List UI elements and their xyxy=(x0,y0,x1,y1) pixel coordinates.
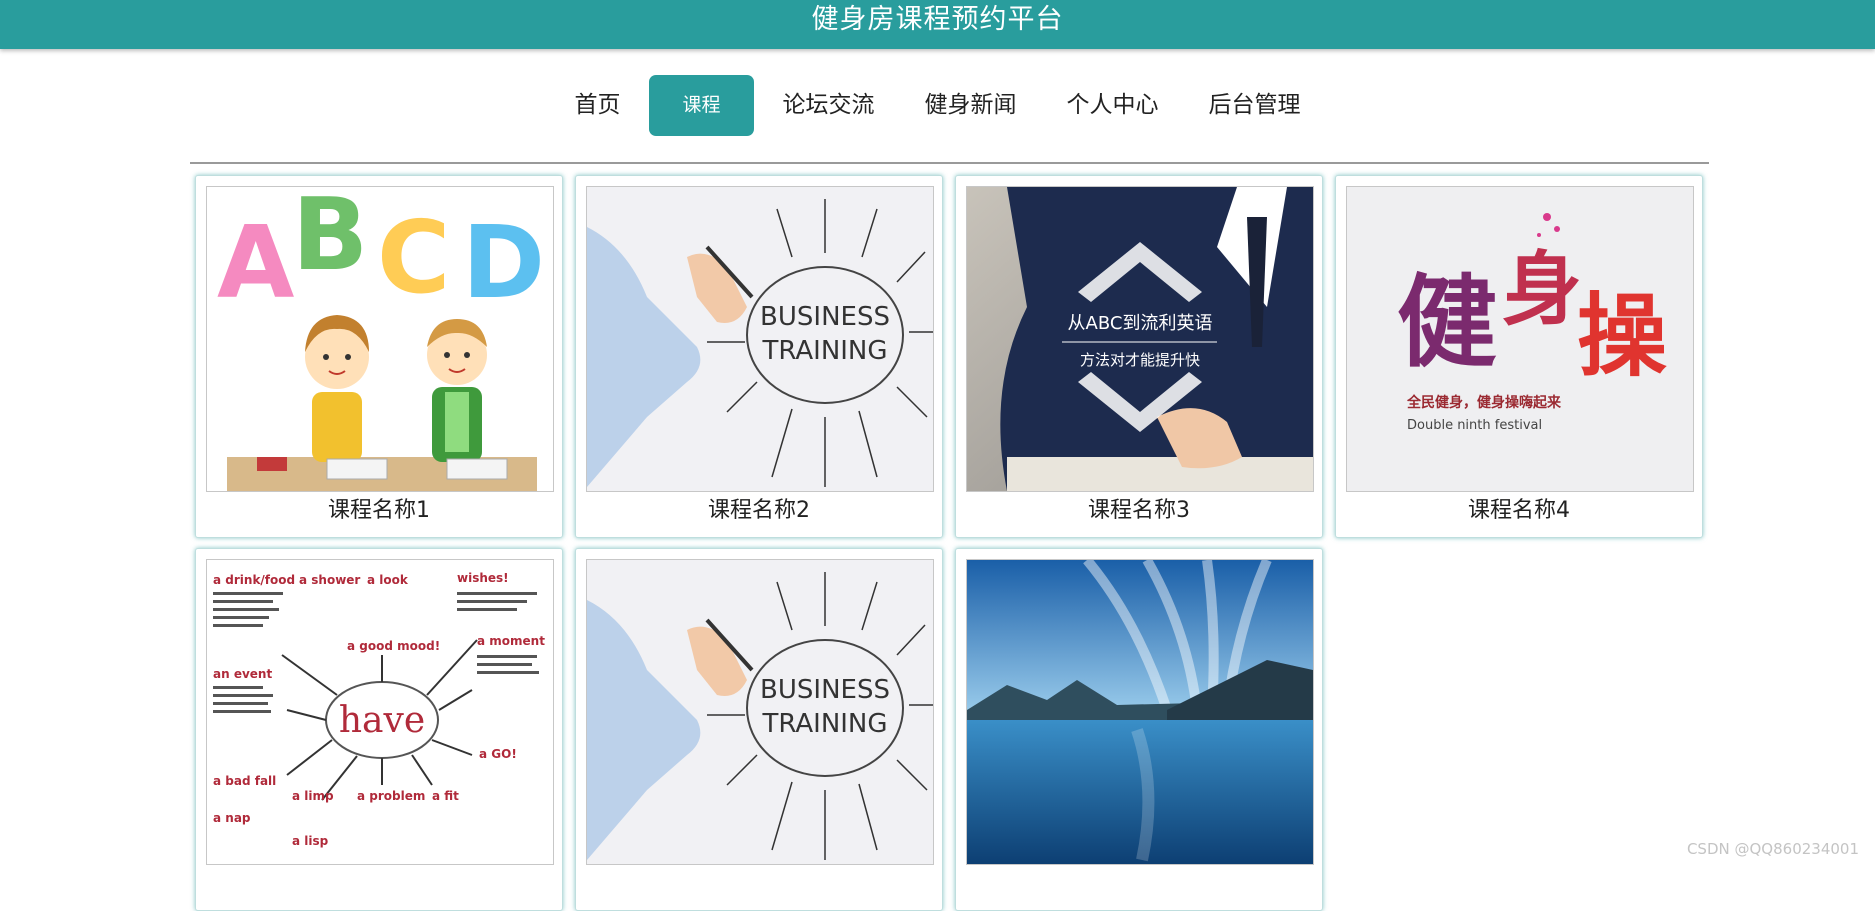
svg-text:a limp: a limp xyxy=(292,789,334,803)
course-card[interactable]: BUSINESS TRAINING xyxy=(575,548,943,911)
svg-text:C: C xyxy=(377,199,450,316)
nav-item-admin[interactable]: 后台管理 xyxy=(1188,75,1322,136)
svg-text:BUSINESS: BUSINESS xyxy=(760,675,890,705)
svg-text:a drink/food: a drink/food xyxy=(213,573,295,587)
course-image-abcd-kids[interactable]: A B C D xyxy=(206,186,554,492)
header-bar: 健身房课程预约平台 xyxy=(0,0,1875,49)
course-image-business-training[interactable]: BUSINESS TRAINING xyxy=(586,559,934,865)
svg-text:全民健身，健身操嗨起来: 全民健身，健身操嗨起来 xyxy=(1406,394,1562,411)
svg-text:BUSINESS: BUSINESS xyxy=(760,302,890,332)
svg-text:a nap: a nap xyxy=(213,811,251,825)
svg-text:TRAINING: TRAINING xyxy=(761,336,887,366)
svg-text:an event: an event xyxy=(213,667,272,681)
course-card[interactable]: 从ABC到流利英语 方法对才能提升快 课程名称3 xyxy=(955,175,1323,538)
svg-text:B: B xyxy=(292,187,368,293)
main-nav: 首页课程论坛交流健身新闻个人中心后台管理 xyxy=(0,75,1875,136)
site-title: 健身房课程预约平台 xyxy=(0,2,1875,38)
course-title[interactable]: 课程名称4 xyxy=(1336,496,1702,526)
svg-text:从ABC到流利英语: 从ABC到流利英语 xyxy=(1068,313,1213,334)
nav-divider xyxy=(190,162,1709,164)
svg-text:a fit: a fit xyxy=(432,789,459,803)
course-card[interactable]: A B C D xyxy=(195,175,563,538)
nav-item-courses[interactable]: 课程 xyxy=(649,75,753,136)
course-image-english-study[interactable]: 从ABC到流利英语 方法对才能提升快 xyxy=(966,186,1314,492)
course-card[interactable]: have a drink/food a shower a look xyxy=(195,548,563,911)
course-title[interactable]: 课程名称2 xyxy=(576,496,942,526)
svg-text:a moment: a moment xyxy=(477,634,545,648)
svg-text:D: D xyxy=(462,204,545,321)
course-title[interactable]: 课程名称1 xyxy=(196,496,562,526)
nav-item-home[interactable]: 首页 xyxy=(553,75,641,136)
svg-text:wishes!: wishes! xyxy=(457,571,509,585)
svg-text:a bad fall: a bad fall xyxy=(213,774,276,788)
svg-text:操: 操 xyxy=(1577,283,1667,389)
svg-text:方法对才能提升快: 方法对才能提升快 xyxy=(1080,351,1200,369)
course-card[interactable] xyxy=(955,548,1323,911)
course-image-business-training[interactable]: BUSINESS TRAINING xyxy=(586,186,934,492)
course-image-fitness-poster[interactable]: 健 身 操 全民健身，健身操嗨起来 Double ninth festival xyxy=(1346,186,1694,492)
course-title[interactable]: 课程名称3 xyxy=(956,496,1322,526)
watermark: CSDN @QQ860234001 xyxy=(1687,840,1859,858)
svg-text:a GO!: a GO! xyxy=(479,747,517,761)
svg-text:TRAINING: TRAINING xyxy=(761,709,887,739)
course-image-mountain-lake[interactable] xyxy=(966,559,1314,865)
svg-text:a look: a look xyxy=(367,573,409,587)
svg-text:a problem: a problem xyxy=(357,789,425,803)
svg-text:a good mood!: a good mood! xyxy=(347,639,440,653)
nav-item-news[interactable]: 健身新闻 xyxy=(904,75,1038,136)
nav-item-profile[interactable]: 个人中心 xyxy=(1046,75,1180,136)
svg-text:健: 健 xyxy=(1397,263,1497,381)
svg-text:A: A xyxy=(217,204,294,321)
svg-text:a lisp: a lisp xyxy=(292,834,329,848)
svg-text:Double ninth festival: Double ninth festival xyxy=(1407,418,1542,433)
nav-item-forum[interactable]: 论坛交流 xyxy=(762,75,896,136)
svg-text:身: 身 xyxy=(1502,242,1582,336)
course-image-have-mindmap[interactable]: have a drink/food a shower a look xyxy=(206,559,554,865)
course-card[interactable]: BUSINESS TRAINING 课程名称2 xyxy=(575,175,943,538)
svg-text:a shower: a shower xyxy=(299,573,360,587)
course-card[interactable]: 健 身 操 全民健身，健身操嗨起来 Double ninth festival … xyxy=(1335,175,1703,538)
svg-text:have: have xyxy=(339,700,425,741)
